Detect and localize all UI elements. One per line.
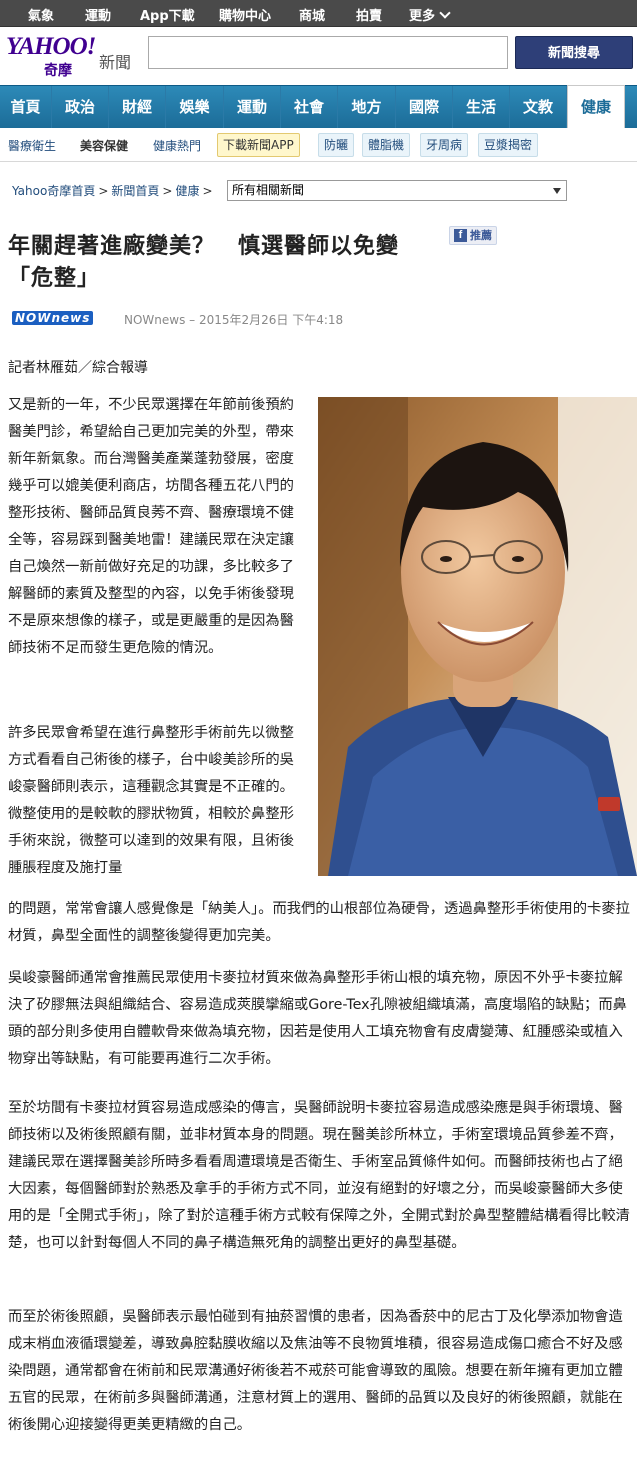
article-photo	[318, 397, 637, 876]
like-label: 推薦	[470, 229, 492, 242]
tab-entertainment[interactable]: 娛樂	[166, 86, 224, 129]
subnav-download-app[interactable]: 下載新聞APP	[217, 133, 300, 157]
logo-sub: 奇摩	[44, 63, 72, 79]
article-paragraph-3: 吳峻豪醫師通常會推薦民眾使用卡麥拉材質來做為鼻整形手術山根的填充物，原因不外乎卡…	[8, 970, 627, 1067]
tab-international[interactable]: 國際	[396, 86, 453, 129]
header: YAHOO! 奇摩 新聞 新聞搜尋	[0, 27, 637, 85]
crumb-separator: >	[162, 184, 173, 198]
article-meta: NOWnews – 2015年2月26日 下午4:18	[124, 313, 344, 327]
article-paragraph-4: 至於坊間有卡麥拉材質容易造成感染的傳言，吳醫師說明卡麥拉容易造成感染應是與手術環…	[8, 1100, 630, 1251]
chevron-down-icon	[439, 7, 451, 19]
news-search-button[interactable]: 新聞搜尋	[515, 36, 633, 69]
crumb-separator: >	[98, 184, 109, 198]
facebook-icon: f	[454, 229, 467, 242]
related-news-select[interactable]: 所有相關新聞	[227, 180, 567, 201]
tab-home[interactable]: 首頁	[0, 86, 52, 129]
subnav-periodontal[interactable]: 牙周病	[420, 133, 469, 157]
subnav-beauty[interactable]: 美容保健	[80, 137, 128, 154]
select-value: 所有相關新聞	[232, 183, 305, 197]
topbar-sports[interactable]: 運動	[85, 5, 111, 24]
tab-life[interactable]: 生活	[453, 86, 510, 129]
topbar-weather[interactable]: 氣象	[28, 5, 54, 24]
crumb-yahoo-home[interactable]: Yahoo奇摩首頁	[12, 184, 95, 198]
article-paragraph-2: 許多民眾會希望在進行鼻整形手術前先以微整方式看看自己術後的樣子，台中峻美診所的吳…	[8, 725, 294, 876]
sub-nav: 醫療衛生 美容保健 健康熱門 下載新聞APP 防曬 體脂機 牙周病 豆漿揭密	[0, 128, 637, 162]
source-logo-text: NOWnews	[12, 311, 94, 325]
crumb-news-home[interactable]: 新聞首頁	[111, 184, 159, 198]
topbar-auction[interactable]: 拍賣	[356, 5, 382, 24]
source-logo[interactable]: NOWnews	[12, 311, 112, 325]
subnav-sunscreen[interactable]: 防曬	[318, 133, 355, 157]
doctor-portrait-image	[318, 397, 637, 876]
subnav-body-fat[interactable]: 體脂機	[362, 133, 411, 157]
top-bar: 氣象 運動 App下載 購物中心 商城 拍賣 更多	[0, 0, 637, 27]
tab-finance[interactable]: 財經	[109, 86, 166, 129]
tab-health[interactable]: 健康	[567, 85, 625, 129]
article-paragraph-5: 而至於術後照顧，吳醫師表示最怕碰到有抽菸習慣的患者，因為香菸中的尼古丁及化學添加…	[8, 1309, 623, 1433]
tab-education[interactable]: 文教	[510, 86, 567, 129]
topbar-more-label: 更多	[409, 9, 436, 24]
article-reporter: 記者林雁茹／綜合報導	[8, 360, 148, 376]
article-paragraph-2-continued: 的問題，常常會讓人感覺像是「納美人」。而我們的山根部位為硬骨，透過鼻整形手術使用…	[8, 901, 630, 944]
subnav-hot[interactable]: 健康熱門	[153, 137, 201, 154]
crumb-separator: >	[202, 184, 213, 198]
article-title: 年關趕著進廠變美？ 慎選醫師以免變「危整」	[8, 233, 400, 291]
topbar-app-download[interactable]: App下載	[140, 5, 195, 24]
yahoo-logo[interactable]: YAHOO! 奇摩 新聞	[6, 33, 131, 79]
logo-main: YAHOO!	[6, 33, 96, 60]
crumb-health[interactable]: 健康	[175, 184, 199, 198]
logo-section: 新聞	[99, 53, 132, 72]
topbar-more[interactable]: 更多	[409, 5, 451, 24]
topbar-mall[interactable]: 商城	[299, 5, 325, 24]
tab-local[interactable]: 地方	[338, 86, 396, 129]
facebook-like-button[interactable]: f 推薦	[449, 226, 497, 245]
subnav-soymilk[interactable]: 豆漿揭密	[478, 133, 539, 157]
breadcrumb: Yahoo奇摩首頁 > 新聞首頁 > 健康 >	[12, 182, 216, 199]
dropdown-arrow-icon	[553, 188, 561, 194]
subnav-medical[interactable]: 醫療衛生	[8, 137, 56, 154]
tab-society[interactable]: 社會	[281, 86, 338, 129]
search-input[interactable]	[148, 36, 508, 69]
main-nav: 首頁 政治 財經 娛樂 運動 社會 地方 國際 生活 文教 健康	[0, 85, 637, 129]
tab-politics[interactable]: 政治	[52, 86, 109, 129]
topbar-shopping[interactable]: 購物中心	[219, 5, 271, 24]
tab-sports[interactable]: 運動	[224, 86, 281, 129]
article-paragraph-1: 又是新的一年，不少民眾選擇在年節前後預約醫美門診，希望給自己更加完美的外型，帶來…	[8, 397, 294, 656]
